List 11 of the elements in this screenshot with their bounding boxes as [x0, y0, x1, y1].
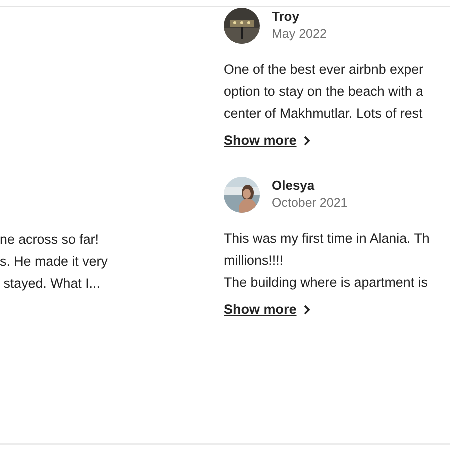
chevron-icon [302, 304, 311, 314]
show-more-link[interactable]: Show more [224, 133, 311, 148]
review-date: October 2021 [272, 195, 348, 212]
reviewer-name: Olesya [272, 178, 316, 194]
show-more-link[interactable]: Show more [224, 302, 311, 317]
review-text: ne across so far! s. He made it very stayed. What I... [0, 231, 109, 293]
reviewer-name: Troy [272, 9, 300, 25]
review-text: This was my first time in Alania. Th millions!!!! The building where is apartment is [224, 230, 431, 292]
review-date: May 2022 [272, 26, 327, 43]
chevron-icon [302, 136, 311, 146]
review-text: One of the best ever airbnb exper option to stay on the beach with a center of Makhmutlar. Lots of rest [224, 61, 425, 123]
